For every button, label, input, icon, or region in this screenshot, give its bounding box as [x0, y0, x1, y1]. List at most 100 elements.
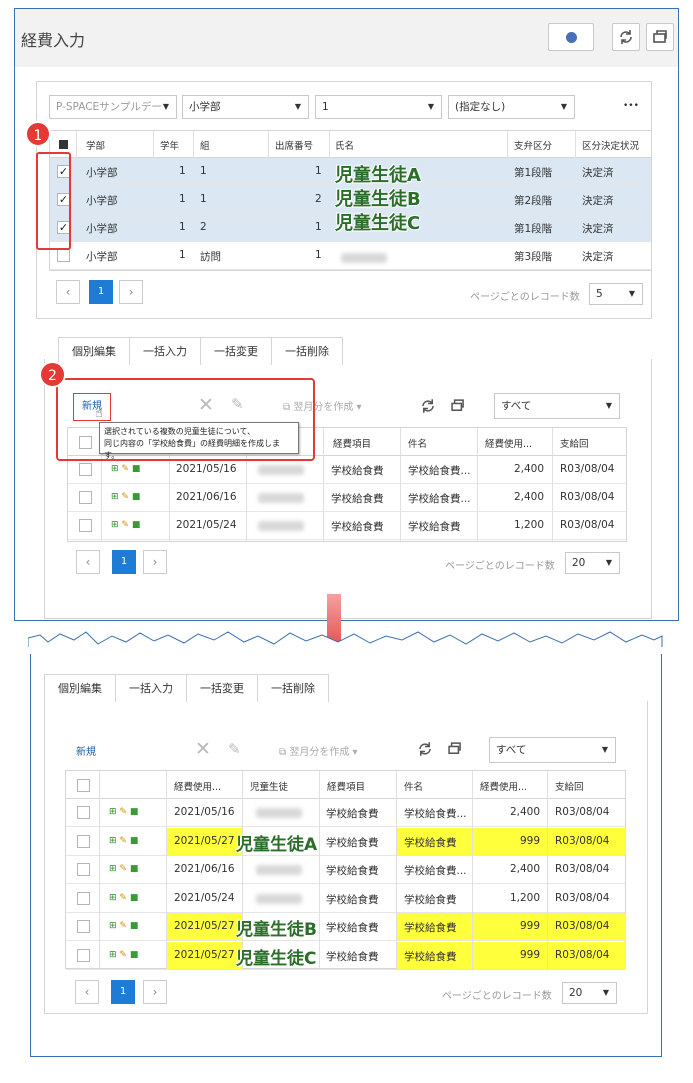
bottom-window-icon[interactable]	[444, 738, 466, 760]
table-row[interactable]: ⊞ ✎ ■ 2021/06/16 学校給食費 学校給食費... 2,400 R03/08/…	[66, 856, 625, 884]
col-number[interactable]: 出席番号	[275, 138, 313, 152]
copy-icon[interactable]: ■	[132, 464, 141, 474]
edit-icon[interactable]: ✎	[119, 921, 127, 931]
row-checkbox[interactable]	[77, 834, 90, 848]
header-select-all[interactable]	[59, 140, 68, 149]
add-icon[interactable]: ⊞	[109, 864, 117, 874]
edit-icon[interactable]: ✎	[119, 836, 127, 846]
add-icon[interactable]: ⊞	[109, 950, 117, 960]
row-action-icons[interactable]: ⊞ ✎ ■	[109, 864, 138, 874]
tab-2[interactable]: 一括入力	[115, 674, 187, 702]
sub-prev-page-button[interactable]: ‹	[76, 550, 100, 574]
filter-all-select[interactable]: すべて ▼	[494, 393, 620, 419]
tab-1[interactable]: 個別編集	[44, 674, 116, 702]
grade-select[interactable]: 1 ▼	[315, 95, 442, 119]
bottom-delete-icon[interactable]: ✕	[195, 738, 211, 760]
row-checkbox[interactable]	[77, 863, 90, 876]
table-row[interactable]: ⊞ ✎ ■ 2021/05/27 学校給食費 学校給食費 999 R03/08/04	[66, 913, 626, 941]
sub-next-page-button[interactable]: ›	[143, 550, 167, 574]
col-class[interactable]: 組	[200, 138, 210, 152]
row-checkbox[interactable]	[79, 463, 92, 476]
add-icon[interactable]: ⊞	[109, 836, 117, 846]
bottom-next-month-button[interactable]: ⧉ 翌月分を作成 ▾	[279, 743, 358, 758]
col-date[interactable]: 経費使用...	[174, 779, 221, 793]
school-select[interactable]: P-SPACEサンプルデー ▼	[49, 95, 177, 119]
edit-icon[interactable]: ✎	[119, 864, 127, 874]
col-item[interactable]: 経費項目	[333, 436, 371, 450]
row-checkbox[interactable]	[79, 491, 92, 504]
copy-icon[interactable]: ■	[130, 950, 139, 960]
copy-icon[interactable]: ■	[130, 921, 139, 931]
add-icon[interactable]: ⊞	[109, 807, 117, 817]
copy-icon[interactable]: ■	[132, 520, 141, 530]
row-checkbox[interactable]	[79, 519, 92, 532]
edit-icon[interactable]: ✎	[119, 807, 127, 817]
add-icon[interactable]: ⊞	[109, 893, 117, 903]
bottom-next-page-button[interactable]: ›	[143, 980, 167, 1004]
bottom-current-page[interactable]: 1	[111, 980, 135, 1004]
refresh-button[interactable]	[612, 23, 640, 51]
window-icon[interactable]	[447, 395, 469, 417]
edit-icon[interactable]: ✎	[121, 520, 129, 530]
row-checkbox[interactable]	[77, 948, 90, 962]
table-row[interactable]: ⊞ ✎ ■ 2021/05/27 学校給食費 学校給食費 999 R03/08/04	[66, 827, 626, 856]
edit-icon[interactable]: ✎	[119, 950, 127, 960]
add-icon[interactable]: ⊞	[111, 492, 119, 502]
col-subject[interactable]: 件名	[404, 779, 423, 793]
col-amount[interactable]: 経費使用...	[480, 779, 527, 793]
add-icon[interactable]: ⊞	[109, 921, 117, 931]
more-menu-icon[interactable]: •••	[623, 101, 639, 111]
copy-icon[interactable]: ■	[132, 492, 141, 502]
row-action-icons[interactable]: ⊞ ✎ ■	[109, 836, 138, 846]
bottom-select-all-checkbox[interactable]	[77, 779, 90, 792]
table-row[interactable]: ⊞ ✎ ■ 2021/05/24 学校給食費 学校給食費 1,200 R03/08/04	[66, 885, 625, 913]
tab-3[interactable]: 一括変更	[186, 674, 258, 702]
col-division[interactable]: 支弁区分	[514, 138, 552, 152]
row-action-icons[interactable]: ⊞ ✎ ■	[111, 492, 140, 502]
table-row[interactable]: ⊞ ✎ ■ 2021/05/24 学校給食費 学校給食費 1,200 R03/08/04	[68, 512, 626, 540]
copy-icon[interactable]: ■	[130, 807, 139, 817]
bottom-new-button[interactable]: 新規	[76, 743, 96, 758]
col-dept[interactable]: 学部	[86, 138, 105, 152]
popout-button[interactable]	[646, 23, 674, 51]
add-icon[interactable]: ⊞	[111, 520, 119, 530]
edit-icon[interactable]: ✎	[121, 464, 129, 474]
bottom-filter-all-select[interactable]: すべて ▼	[489, 737, 616, 763]
sub-current-page[interactable]: 1	[112, 550, 136, 574]
row-action-icons[interactable]: ⊞ ✎ ■	[111, 520, 140, 530]
row-checkbox[interactable]	[77, 891, 90, 905]
col-round[interactable]: 支給回	[560, 436, 589, 450]
row-action-icons[interactable]: ⊞ ✎ ■	[111, 464, 140, 474]
table-row[interactable]: ⊞ ✎ ■ 2021/05/16 学校給食費 学校給食費... 2,400 R03/08/…	[66, 799, 625, 827]
row-checkbox[interactable]	[77, 806, 90, 819]
edit-icon[interactable]: ✎	[119, 893, 127, 903]
bottom-page-size-select[interactable]: 20 ▼	[562, 982, 617, 1004]
row-action-icons[interactable]: ⊞ ✎ ■	[109, 950, 138, 960]
col-grade[interactable]: 学年	[160, 138, 179, 152]
tab-4[interactable]: 一括削除	[257, 674, 329, 702]
col-amount[interactable]: 経費使用...	[485, 436, 532, 450]
prev-page-button[interactable]: ‹	[56, 280, 80, 304]
col-name[interactable]: 氏名	[335, 138, 354, 152]
col-subject[interactable]: 件名	[408, 436, 427, 450]
row-checkbox[interactable]	[57, 249, 70, 262]
col-item[interactable]: 経費項目	[327, 779, 365, 793]
copy-icon[interactable]: ■	[130, 864, 139, 874]
add-icon[interactable]: ⊞	[111, 464, 119, 474]
bottom-prev-page-button[interactable]: ‹	[75, 980, 99, 1004]
help-button[interactable]	[548, 23, 594, 51]
table-row[interactable]: ⊞ ✎ ■ 2021/06/16 学校給食費 学校給食費... 2,400 R03/08/…	[68, 484, 626, 512]
row-action-icons[interactable]: ⊞ ✎ ■	[109, 921, 138, 931]
department-select[interactable]: 小学部 ▼	[182, 95, 309, 119]
class-select[interactable]: (指定なし) ▼	[448, 95, 575, 119]
col-round[interactable]: 支給回	[555, 779, 584, 793]
sub-page-size-select[interactable]: 20 ▼	[565, 552, 620, 574]
col-status[interactable]: 区分決定状況	[582, 138, 639, 152]
edit-icon[interactable]: ✎	[121, 492, 129, 502]
row-action-icons[interactable]: ⊞ ✎ ■	[109, 807, 138, 817]
current-page[interactable]: 1	[89, 280, 113, 304]
row-checkbox[interactable]	[77, 920, 90, 933]
bottom-refresh-icon[interactable]	[414, 738, 436, 760]
copy-icon[interactable]: ■	[130, 893, 139, 903]
copy-icon[interactable]: ■	[130, 836, 139, 846]
